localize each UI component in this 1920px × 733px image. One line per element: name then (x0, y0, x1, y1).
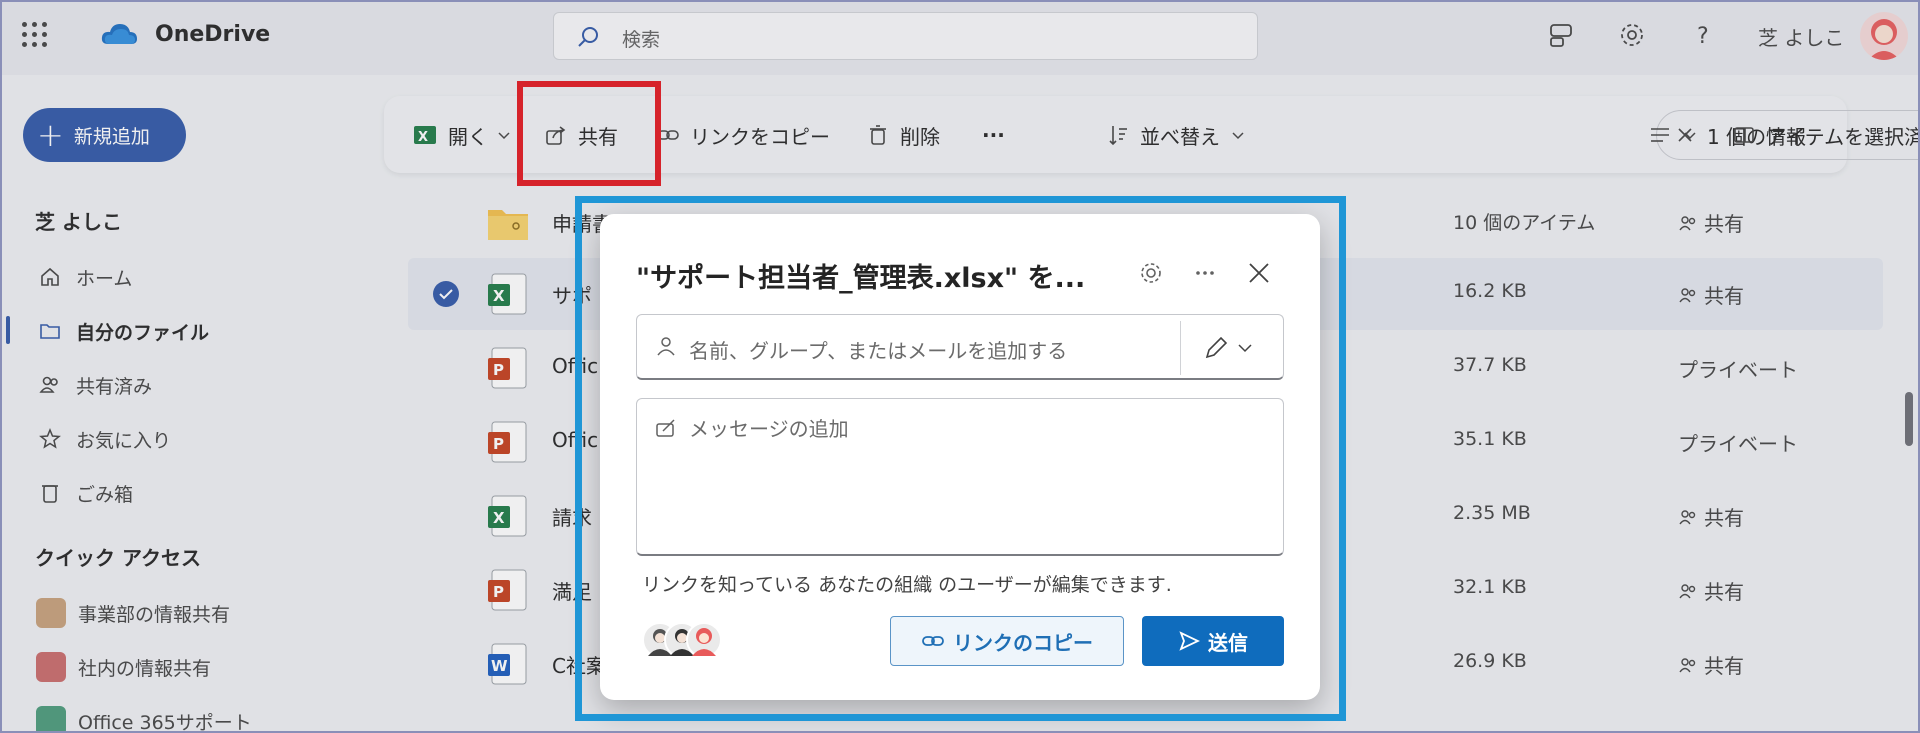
share-highlight-box (517, 81, 661, 186)
dialog-highlight-box (575, 196, 1346, 721)
